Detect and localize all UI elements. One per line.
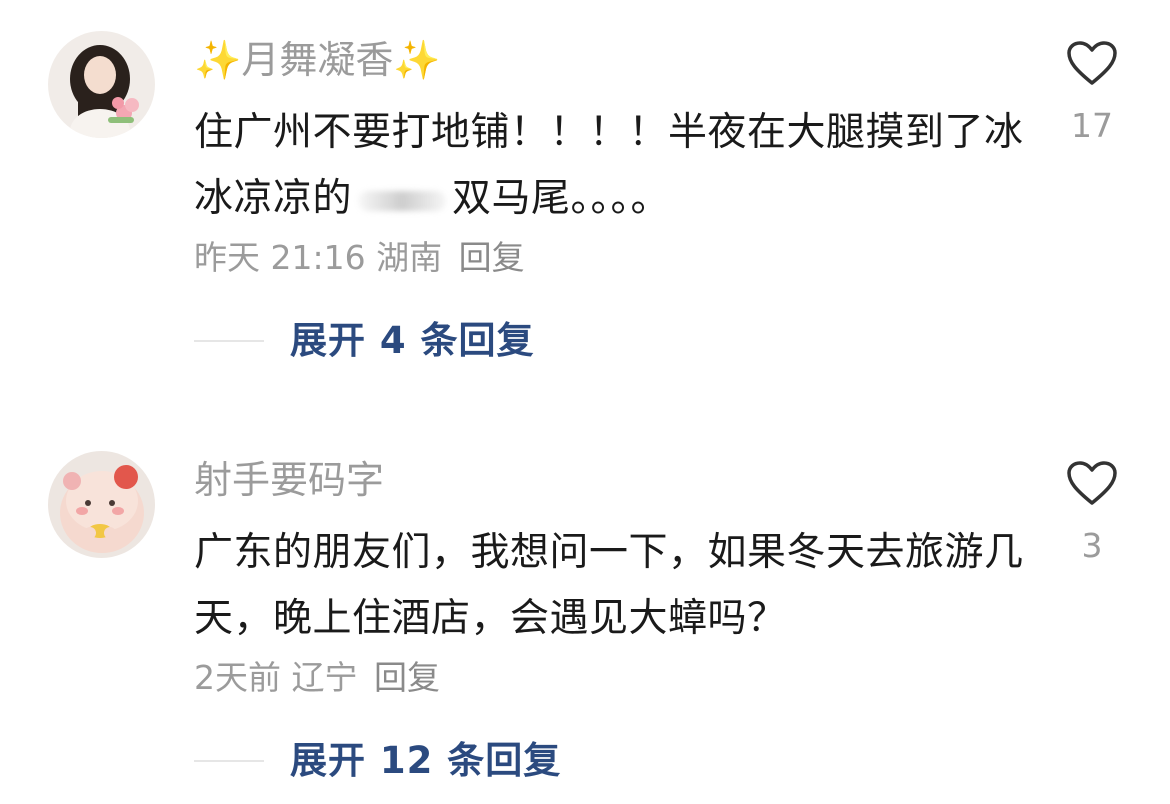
like-count: 17 [1071, 106, 1113, 145]
avatar[interactable] [48, 31, 155, 138]
like-control[interactable]: 17 [1062, 40, 1122, 146]
blurred-content [358, 190, 447, 211]
reply-button[interactable]: 回复 [374, 658, 440, 697]
heart-icon[interactable] [1066, 460, 1118, 506]
comment-text-part: 双马尾。。。。 [452, 176, 671, 221]
like-count: 3 [1081, 526, 1103, 565]
divider [194, 340, 264, 342]
divider [194, 760, 264, 762]
comment-text: 住广州不要打地铺！！！！半夜在大腿摸到了冰冰凉凉的 双马尾。。。。 [194, 100, 1054, 232]
comment-location: 湖南 [376, 238, 443, 277]
avatar[interactable] [48, 451, 155, 558]
comment-time: 昨天 21:16 [194, 238, 366, 277]
comment-meta: 昨天 21:16 湖南 回复 [194, 236, 525, 280]
username[interactable]: ✨月舞凝香✨ [194, 36, 441, 84]
comment-meta: 2天前 辽宁 回复 [194, 656, 440, 700]
reply-button[interactable]: 回复 [459, 238, 525, 277]
comment-location: 辽宁 [291, 658, 358, 697]
comment-list: ✨月舞凝香✨ 住广州不要打地铺！！！！半夜在大腿摸到了冰冰凉凉的 双马尾。。。。 … [0, 0, 1170, 804]
avatar-image [48, 451, 155, 558]
expand-replies-label[interactable]: 展开 4 条回复 [290, 316, 535, 366]
comment-text: 广东的朋友们，我想问一下，如果冬天去旅游几天，晚上住酒店，会遇见大蟑吗？ [194, 530, 1024, 641]
like-control[interactable]: 3 [1062, 460, 1122, 566]
comment-time: 2天前 [194, 658, 281, 697]
username[interactable]: 射手要码字 [194, 456, 384, 504]
expand-replies-label[interactable]: 展开 12 条回复 [290, 736, 561, 786]
heart-icon[interactable] [1066, 40, 1118, 86]
avatar-image [48, 31, 155, 138]
